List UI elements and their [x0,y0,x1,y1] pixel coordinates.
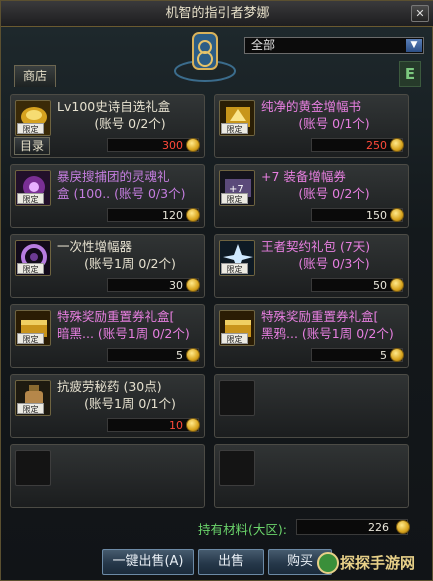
purple-soul-icon: 限定 [15,170,51,206]
emblem-decoration [174,32,236,82]
contract-pack-icon: 限定 [219,240,255,276]
shop-item-5[interactable]: 限定 一次性增幅器 (账号1周 0/2个) 30 [10,234,205,298]
price-bar: 120 [107,208,200,222]
limit-tag: 限定 [221,123,248,134]
site-watermark: 探探手游网 [316,548,428,578]
price-bar: 10 [107,418,200,432]
item-limit: 暗黑... (账号1周 0/2个) [57,326,190,341]
fatigue-potion-icon: 限定 [15,380,51,416]
materials-label: 持有材料(大区): [198,522,287,537]
shop-item-7[interactable]: 限定 特殊奖励重置券礼盒[ 暗黑... (账号1周 0/2个) 5 [10,304,205,368]
coin-icon [186,208,200,222]
item-name: 一次性增幅器 [57,239,133,254]
coin-icon [396,520,410,534]
close-icon: ✕ [415,7,425,20]
reset-box-crow-icon: 限定 [219,310,255,346]
coin-icon [390,138,404,152]
category-filter-select[interactable]: 全部 ▼ [244,37,424,54]
limit-tag: 限定 [17,193,44,204]
catalog-button[interactable]: 目录 [14,137,50,155]
item-limit: (账号 0/1个) [298,116,370,131]
item-limit: (账号 0/3个) [298,256,370,271]
limit-tag: 限定 [221,193,248,204]
sell-button[interactable]: 出售 [198,549,264,575]
side-tab-e[interactable]: E [399,61,421,87]
price-value: 50 [373,279,387,292]
limit-tag: 限定 [17,123,44,134]
price-bar: 150 [311,208,404,222]
shop-item-6[interactable]: 限定 王者契约礼包 (7天) (账号 0/3个) 50 [214,234,409,298]
price-value: 5 [176,349,183,362]
materials-value: 226 [368,521,389,534]
price-value: 30 [169,279,183,292]
price-value: 250 [366,139,387,152]
price-bar: 300 [107,138,200,152]
coin-icon [390,208,404,222]
limit-tag: 限定 [17,263,44,274]
gold-book-icon: 限定 [219,100,255,136]
price-bar: 50 [311,278,404,292]
watermark-text: 探探手游网 [340,554,416,572]
item-name: 特殊奖励重置券礼盒[ [57,309,175,324]
shop-item-2[interactable]: 限定 纯净的黄金增幅书 (账号 0/1个) 250 [214,94,409,158]
limit-tag: 限定 [17,333,44,344]
coin-icon [390,348,404,362]
price-value: 120 [162,209,183,222]
item-name: 抗疲劳秘药 (30点) [57,379,162,394]
item-name: 纯净的黄金增幅书 [261,99,362,114]
item-name: +7 装备增幅券 [261,169,346,184]
price-bar: 250 [311,138,404,152]
chevron-down-icon[interactable]: ▼ [406,39,422,52]
item-name: 特殊奖励重置券礼盒[ [261,309,379,324]
shop-item-empty [10,444,205,508]
window-titlebar[interactable]: 机智的指引者梦娜 ✕ [1,1,433,27]
materials-bar: 226 [296,519,410,535]
amplify-ticket-icon: +7 限定 [219,170,255,206]
empty-slot [15,450,51,486]
coin-icon [390,278,404,292]
amplifier-icon: 限定 [15,240,51,276]
reset-box-dark-icon: 限定 [15,310,51,346]
price-value: 150 [366,209,387,222]
empty-slot [219,380,255,416]
item-name: Lv100史诗自选礼盒 [57,99,171,114]
shop-item-8[interactable]: 限定 特殊奖励重置券礼盒[ 黑鸦... (账号1周 0/2个) 5 [214,304,409,368]
filter-selected-value: 全部 [251,38,276,52]
item-limit: (账号1周 0/1个) [84,396,176,411]
item-limit: 盒 (100.. (账号 0/3个) [57,186,186,201]
shop-item-4[interactable]: +7 限定 +7 装备增幅券 (账号 0/2个) 150 [214,164,409,228]
shop-item-empty [214,374,409,438]
shop-item-3[interactable]: 限定 暴戾搜捕团的灵魂礼 盒 (100.. (账号 0/3个) 120 [10,164,205,228]
item-name: 王者契约礼包 (7天) [261,239,371,254]
shop-item-empty [214,444,409,508]
price-value: 300 [162,139,183,152]
price-value: 5 [380,349,387,362]
price-value: 10 [169,419,183,432]
limit-tag: 限定 [17,403,44,414]
gold-box-icon: 限定 [15,100,51,136]
item-limit: (账号 0/2个) [298,186,370,201]
coin-icon [186,278,200,292]
item-name: 暴戾搜捕团的灵魂礼 [57,169,170,184]
coin-icon [186,138,200,152]
limit-tag: 限定 [221,333,248,344]
shop-item-9[interactable]: 限定 抗疲劳秘药 (30点) (账号1周 0/1个) 10 [10,374,205,438]
item-limit: (账号1周 0/2个) [84,256,176,271]
tab-shop[interactable]: 商店 [14,65,56,87]
item-limit: 黑鸦... (账号1周 0/2个) [261,326,394,341]
watermark-logo-icon [317,552,339,574]
item-limit: (账号 0/2个) [94,116,166,131]
sell-all-button[interactable]: 一键出售(A) [102,549,194,575]
limit-tag: 限定 [221,263,248,274]
close-button[interactable]: ✕ [411,5,429,22]
empty-slot [219,450,255,486]
coin-icon [186,348,200,362]
shop-window: 机智的指引者梦娜 ✕ 全部 ▼ 商店 E 限定 Lv100史诗自选礼盒 (账号 … [0,0,433,581]
coin-icon [186,418,200,432]
price-bar: 5 [311,348,404,362]
price-bar: 5 [107,348,200,362]
window-title: 机智的指引者梦娜 [165,6,270,21]
price-bar: 30 [107,278,200,292]
